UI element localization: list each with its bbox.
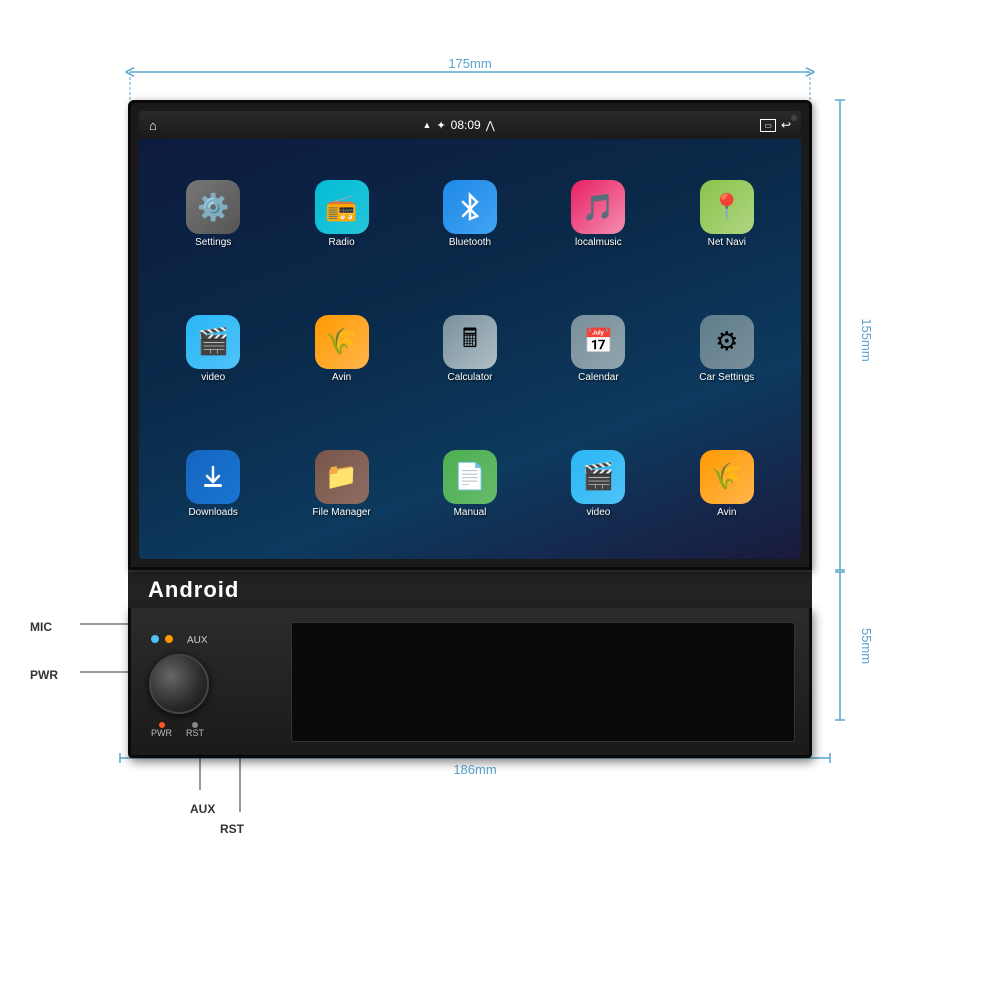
- manual-label: Manual: [454, 507, 487, 518]
- calendar-label: Calendar: [578, 372, 619, 383]
- app-calendar[interactable]: 📅 Calendar: [538, 286, 658, 413]
- home-icon: ⌂: [149, 118, 157, 133]
- app-carsettings[interactable]: ⚙ Car Settings: [667, 286, 787, 413]
- android-label: Android: [148, 577, 239, 603]
- app-video[interactable]: 🎬 video: [153, 286, 273, 413]
- status-bar: ⌂ ▲ ✦ 08:09 ⋀ ▭ ↩: [139, 111, 801, 139]
- app-radio[interactable]: 📻 Radio: [281, 151, 401, 278]
- svg-text:175mm: 175mm: [448, 56, 491, 71]
- avin2-label: Avin: [717, 507, 736, 518]
- arrow-icon: ⋀: [486, 119, 495, 132]
- radio-label: Radio: [329, 237, 355, 248]
- screen-unit: ⌂ ▲ ✦ 08:09 ⋀ ▭ ↩ ⚙️ Settings: [128, 100, 812, 570]
- settings-label: Settings: [195, 237, 231, 248]
- app-netnavi[interactable]: 📍 Net Navi: [667, 151, 787, 278]
- carsettings-icon: ⚙: [700, 315, 754, 369]
- manual-icon: 📄: [443, 450, 497, 504]
- app-avin2[interactable]: 🌾 Avin: [667, 420, 787, 547]
- settings-icon: ⚙️: [186, 180, 240, 234]
- rst-callout: RST: [220, 820, 244, 838]
- app-bluetooth[interactable]: Bluetooth: [410, 151, 530, 278]
- app-avin[interactable]: 🌾 Avin: [281, 286, 401, 413]
- app-filemanager[interactable]: 📁 File Manager: [281, 420, 401, 547]
- aux-callout: AUX: [190, 800, 215, 818]
- app-manual[interactable]: 📄 Manual: [410, 420, 530, 547]
- calculator-icon: 🖩: [443, 315, 497, 369]
- video2-icon: 🎬: [571, 450, 625, 504]
- time-display: 08:09: [451, 118, 481, 132]
- controls-left: AUX PWR RST: [145, 625, 275, 738]
- netnavi-label: Net Navi: [708, 237, 746, 248]
- bluetooth-status-icon: ✦: [436, 119, 445, 132]
- downloads-icon: [186, 450, 240, 504]
- app-localmusic[interactable]: 🎵 localmusic: [538, 151, 658, 278]
- app-settings[interactable]: ⚙️ Settings: [153, 151, 273, 278]
- localmusic-label: localmusic: [575, 237, 622, 248]
- video2-label: video: [586, 507, 610, 518]
- downloads-label: Downloads: [188, 507, 237, 518]
- radio-icon: 📻: [315, 180, 369, 234]
- wifi-icon: ▲: [423, 120, 432, 130]
- control-unit: AUX PWR RST: [128, 608, 812, 758]
- indicator-dots: AUX: [151, 635, 208, 646]
- avin2-icon: 🌾: [700, 450, 754, 504]
- filemanager-icon: 📁: [315, 450, 369, 504]
- mic-callout-text: MIC: [30, 620, 52, 634]
- video-label: video: [201, 372, 225, 383]
- app-calculator[interactable]: 🖩 Calculator: [410, 286, 530, 413]
- video-icon: 🎬: [186, 315, 240, 369]
- calendar-icon: 📅: [571, 315, 625, 369]
- bottom-ctrl-labels: PWR RST: [151, 722, 204, 738]
- svg-text:55mm: 55mm: [859, 628, 874, 664]
- aux-top-label: AUX: [187, 635, 208, 646]
- mic-callout: MIC: [30, 620, 52, 634]
- carsettings-label: Car Settings: [699, 372, 754, 383]
- avin-icon: 🌾: [315, 315, 369, 369]
- bluetooth-icon: [443, 180, 497, 234]
- filemanager-label: File Manager: [312, 507, 370, 518]
- localmusic-icon: 🎵: [571, 180, 625, 234]
- bluetooth-label: Bluetooth: [449, 237, 491, 248]
- rst-callout-text: RST: [220, 822, 244, 836]
- svg-text:186mm: 186mm: [453, 762, 496, 777]
- screen-icon: ▭: [760, 119, 776, 132]
- pwr-label: PWR: [151, 728, 172, 738]
- app-downloads[interactable]: Downloads: [153, 420, 273, 547]
- back-icon: ↩: [781, 118, 791, 132]
- display-slot: [291, 622, 795, 742]
- aux-callout-text: AUX: [190, 802, 215, 816]
- pwr-callout-text: PWR: [30, 668, 58, 682]
- avin-label: Avin: [332, 372, 351, 383]
- dot-orange: [165, 635, 173, 643]
- netnavi-icon: 📍: [700, 180, 754, 234]
- indicator-light: [791, 115, 797, 121]
- screen-bezel: ⌂ ▲ ✦ 08:09 ⋀ ▭ ↩ ⚙️ Settings: [139, 111, 801, 559]
- calculator-label: Calculator: [447, 372, 492, 383]
- app-grid: ⚙️ Settings 📻 Radio Bluetooth: [139, 139, 801, 559]
- dot-blue: [151, 635, 159, 643]
- svg-text:155mm: 155mm: [859, 318, 874, 361]
- pwr-callout: PWR: [30, 668, 58, 682]
- android-strip: Android: [128, 570, 812, 608]
- app-video2[interactable]: 🎬 video: [538, 420, 658, 547]
- volume-knob[interactable]: [149, 654, 209, 714]
- rst-label: RST: [186, 728, 204, 738]
